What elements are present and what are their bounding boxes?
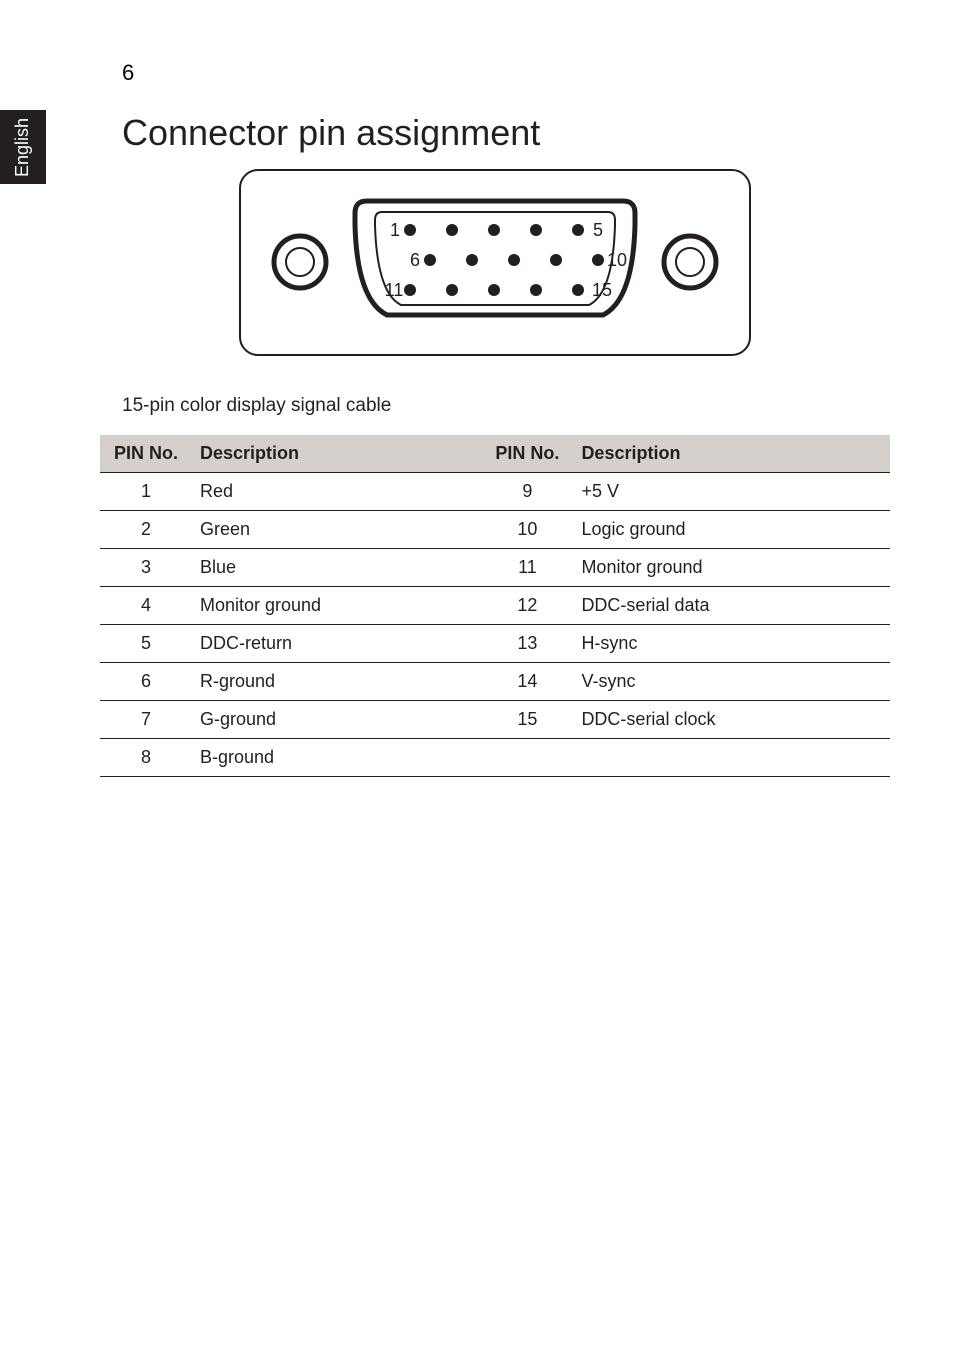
table-row: 1 Red 9 +5 V (100, 473, 890, 511)
side-language-text: English (13, 117, 34, 176)
col-header-pin1: PIN No. (100, 435, 190, 473)
cell-pin (481, 739, 571, 777)
pin-label-11: 11 (385, 280, 404, 300)
cell-pin: 14 (481, 663, 571, 701)
cell-desc: V-sync (571, 663, 890, 701)
cell-desc (571, 739, 890, 777)
table-row: 3 Blue 11 Monitor ground (100, 549, 890, 587)
cell-pin: 5 (100, 625, 190, 663)
table-header-row: PIN No. Description PIN No. Description (100, 435, 890, 473)
cell-pin: 2 (100, 511, 190, 549)
cell-desc: B-ground (190, 739, 481, 777)
col-header-desc1: Description (190, 435, 481, 473)
col-header-desc2: Description (571, 435, 890, 473)
cell-desc: R-ground (190, 663, 481, 701)
cell-desc: Green (190, 511, 481, 549)
cell-desc: Red (190, 473, 481, 511)
table-caption: 15-pin color display signal cable (122, 395, 391, 417)
cell-desc: Blue (190, 549, 481, 587)
pin-label-6: 6 (410, 250, 420, 270)
cell-pin: 13 (481, 625, 571, 663)
cell-pin: 10 (481, 511, 571, 549)
cell-desc: Logic ground (571, 511, 890, 549)
cell-pin: 1 (100, 473, 190, 511)
cell-pin: 3 (100, 549, 190, 587)
cell-pin: 11 (481, 549, 571, 587)
cell-pin: 8 (100, 739, 190, 777)
cell-desc: DDC-return (190, 625, 481, 663)
side-language-tab: English (0, 110, 46, 184)
connector-diagram: 1 5 6 10 11 15 (235, 165, 755, 360)
cell-pin: 7 (100, 701, 190, 739)
col-header-pin2: PIN No. (481, 435, 571, 473)
cell-desc: DDC-serial clock (571, 701, 890, 739)
pin-label-15: 15 (592, 280, 612, 300)
cell-desc: G-ground (190, 701, 481, 739)
table-row: 8 B-ground (100, 739, 890, 777)
cell-desc: Monitor ground (190, 587, 481, 625)
cell-desc: DDC-serial data (571, 587, 890, 625)
table-row: 5 DDC-return 13 H-sync (100, 625, 890, 663)
cell-pin: 9 (481, 473, 571, 511)
cell-pin: 15 (481, 701, 571, 739)
table-row: 6 R-ground 14 V-sync (100, 663, 890, 701)
page-number: 6 (122, 60, 134, 86)
cell-pin: 12 (481, 587, 571, 625)
pin-label-5: 5 (593, 220, 603, 240)
pin-label-1: 1 (390, 220, 400, 240)
cell-desc: H-sync (571, 625, 890, 663)
pin-assignment-table: PIN No. Description PIN No. Description … (100, 435, 890, 777)
table-row: 2 Green 10 Logic ground (100, 511, 890, 549)
pin-label-10: 10 (607, 250, 627, 270)
page-heading: Connector pin assignment (122, 112, 540, 154)
cell-desc: +5 V (571, 473, 890, 511)
cell-pin: 4 (100, 587, 190, 625)
cell-desc: Monitor ground (571, 549, 890, 587)
table-row: 7 G-ground 15 DDC-serial clock (100, 701, 890, 739)
cell-pin: 6 (100, 663, 190, 701)
table-row: 4 Monitor ground 12 DDC-serial data (100, 587, 890, 625)
